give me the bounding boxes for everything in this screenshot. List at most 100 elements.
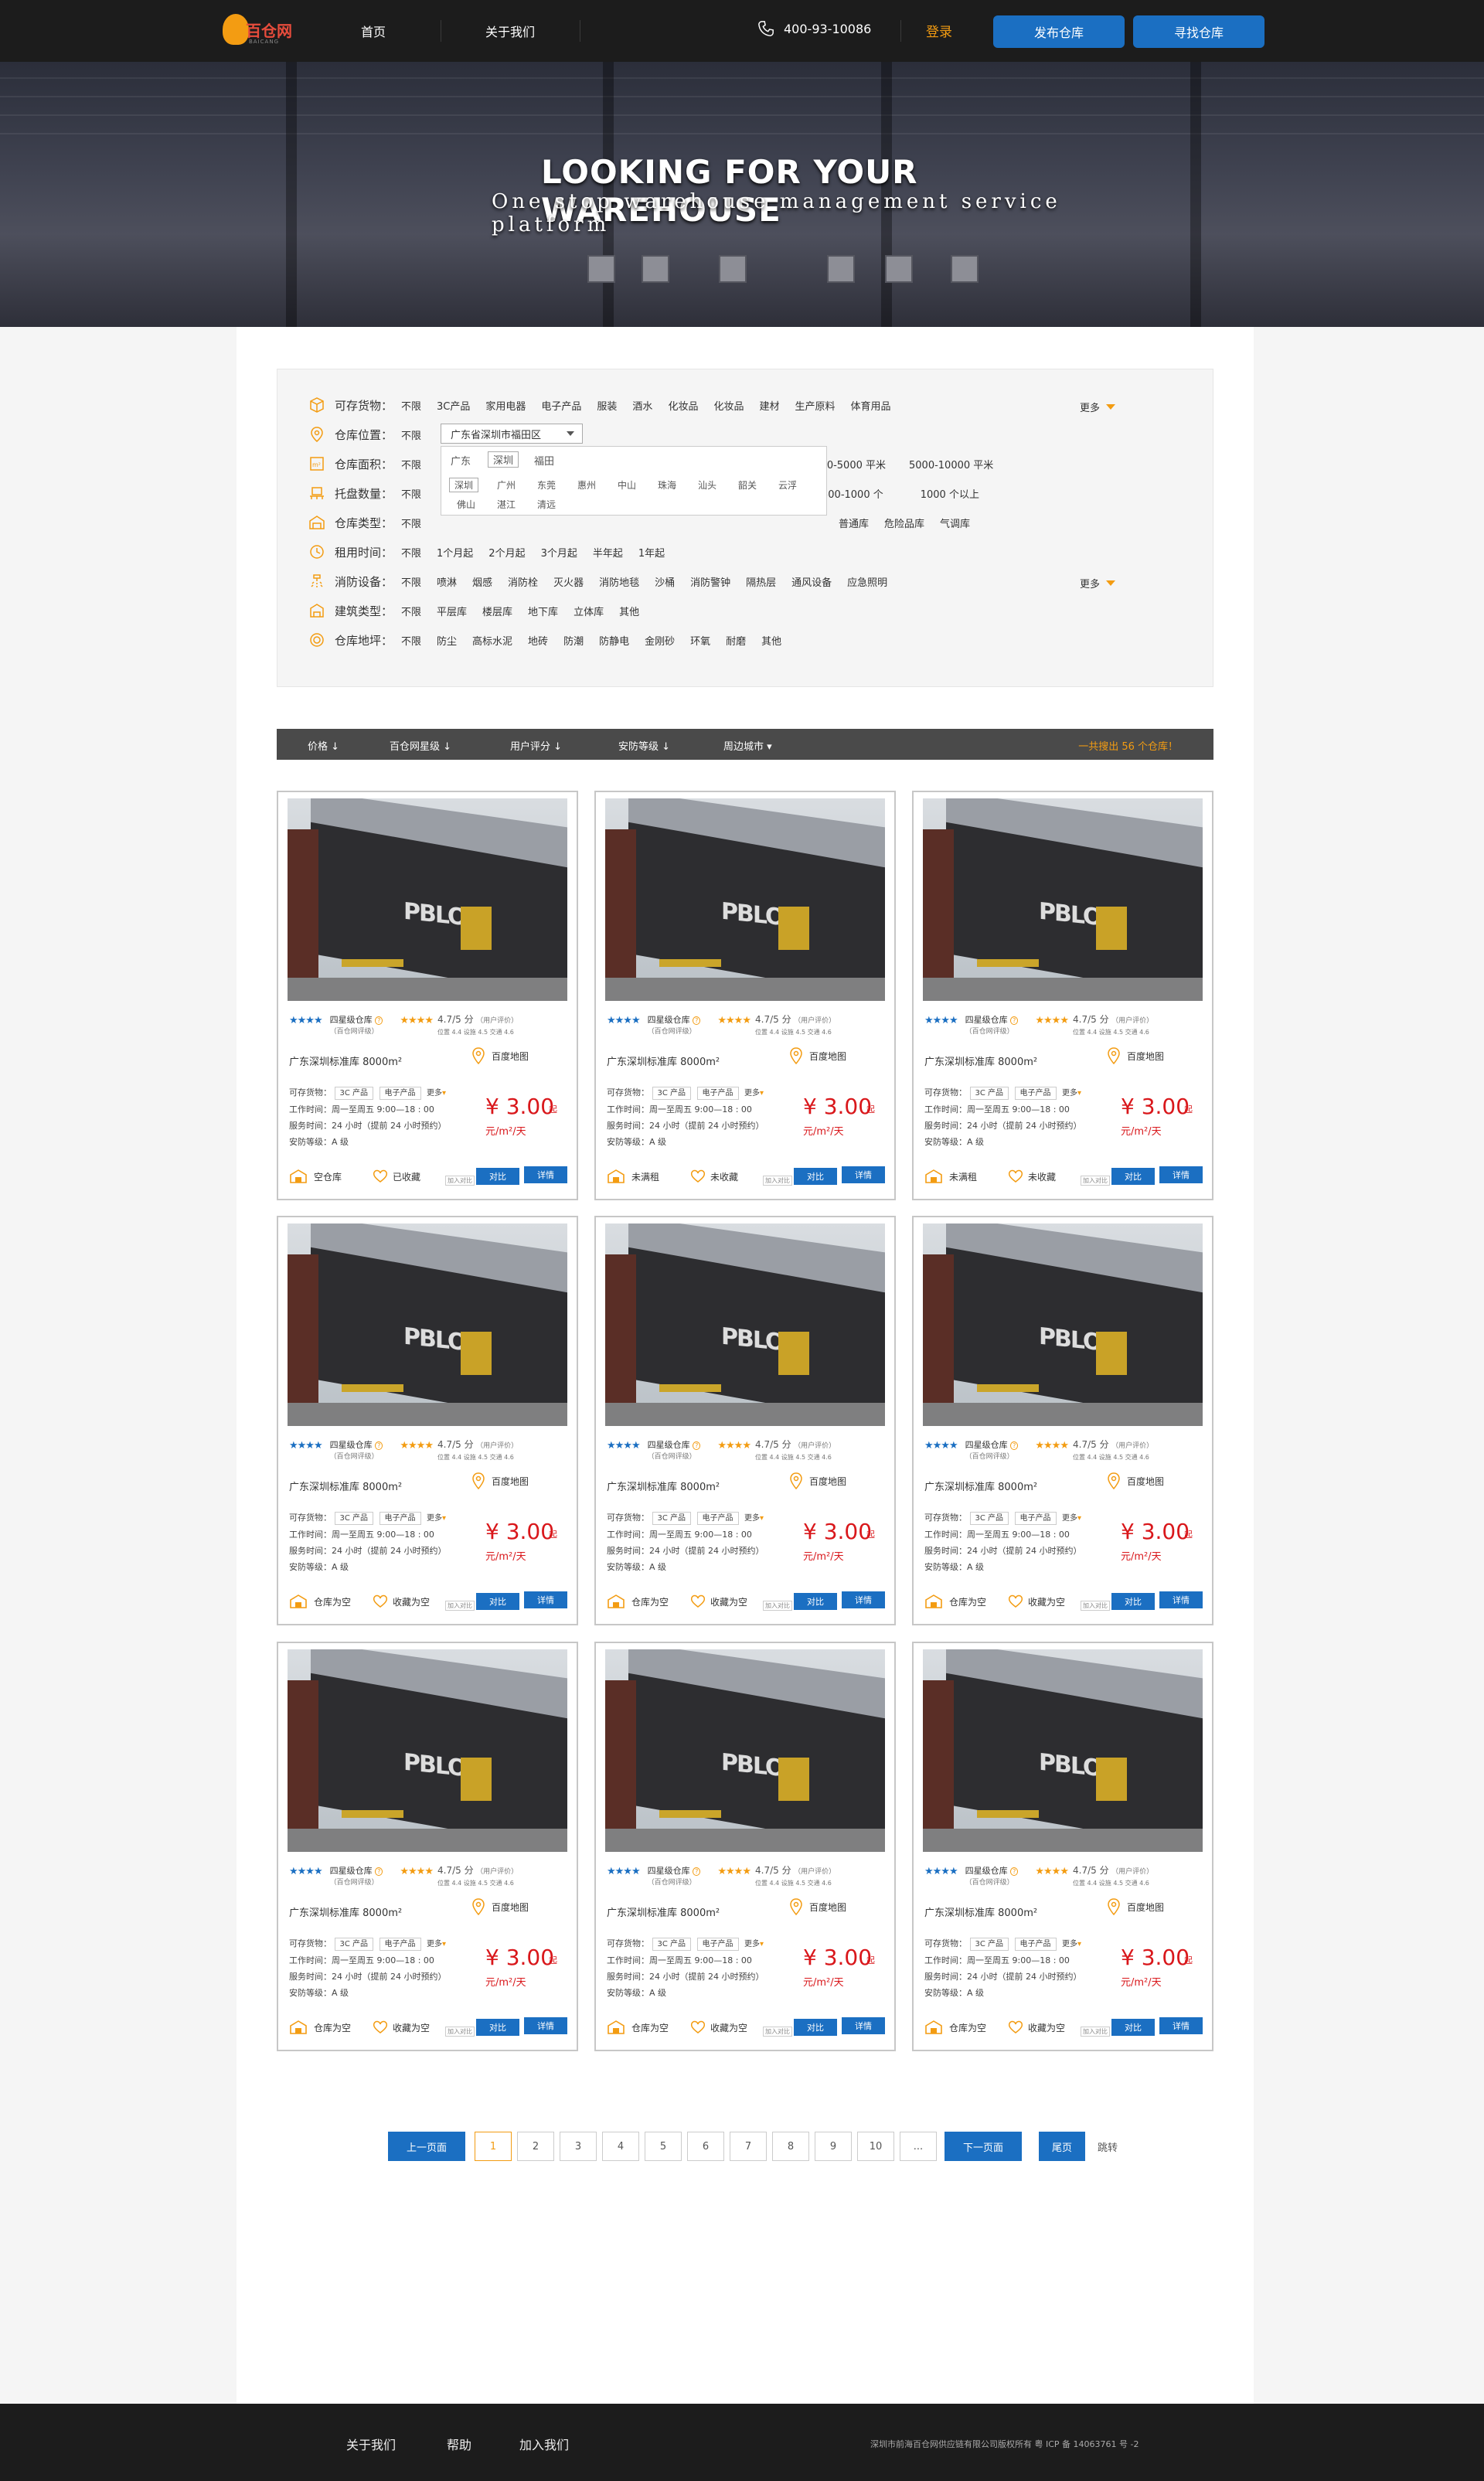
heart-icon[interactable] xyxy=(1008,1594,1023,1608)
sort-nearby[interactable]: 周边城市 ▾ xyxy=(723,738,772,753)
heart-icon[interactable] xyxy=(690,1169,706,1183)
warehouse-card[interactable]: PBLOK ★★★★ 四星级仓库 ? （百仓网评级） ★★★★ 4.7/5 分 … xyxy=(912,791,1213,1200)
favorite-status[interactable]: 收藏为空 xyxy=(393,2021,430,2034)
map-link[interactable]: 百度地图 xyxy=(471,1898,529,1915)
loc-city[interactable]: 中山 xyxy=(618,478,636,492)
page-number[interactable]: 6 xyxy=(687,2132,724,2161)
loc-city[interactable]: 深圳 xyxy=(449,478,479,492)
detail-button[interactable]: 详情 xyxy=(524,1591,567,1608)
favorite-status[interactable]: 未收藏 xyxy=(710,1170,738,1183)
favorite-status[interactable]: 收藏为空 xyxy=(1028,1595,1065,1608)
detail-button[interactable]: 详情 xyxy=(842,2017,885,2034)
warehouse-card[interactable]: PBLOK ★★★★ 四星级仓库 ? （百仓网评级） ★★★★ 4.7/5 分 … xyxy=(277,1642,578,2051)
page-number[interactable]: 2 xyxy=(517,2132,554,2161)
warehouse-title[interactable]: 广东深圳标准库 8000m² xyxy=(924,1904,1037,1919)
warehouse-card[interactable]: PBLOK ★★★★ 四星级仓库 ? （百仓网评级） ★★★★ 4.7/5 分 … xyxy=(912,1642,1213,2051)
warehouse-title[interactable]: 广东深圳标准库 8000m² xyxy=(289,1479,402,1493)
warehouse-photo[interactable]: PBLOK xyxy=(288,1649,567,1852)
warehouse-title[interactable]: 广东深圳标准库 8000m² xyxy=(289,1904,402,1919)
warehouse-card[interactable]: PBLOK ★★★★ 四星级仓库 ? （百仓网评级） ★★★★ 4.7/5 分 … xyxy=(594,791,896,1200)
login-link[interactable]: 登录 xyxy=(926,21,952,40)
heart-icon[interactable] xyxy=(1008,2020,1023,2034)
tags-more[interactable]: 更多▾ xyxy=(1062,1940,1081,1948)
loc-city[interactable]: 东莞 xyxy=(537,478,556,492)
compare-button[interactable]: 对比 xyxy=(476,1593,519,1610)
map-link[interactable]: 百度地图 xyxy=(1107,1898,1164,1915)
compare-button[interactable]: 对比 xyxy=(1111,2019,1155,2036)
compare-button[interactable]: 对比 xyxy=(1111,1168,1155,1185)
page-number[interactable]: 3 xyxy=(560,2132,597,2161)
help-icon[interactable]: ? xyxy=(375,1441,383,1450)
warehouse-card[interactable]: PBLOK ★★★★ 四星级仓库 ? （百仓网评级） ★★★★ 4.7/5 分 … xyxy=(277,791,578,1200)
detail-button[interactable]: 详情 xyxy=(524,2017,567,2034)
loc-city[interactable]: 佛山 xyxy=(457,498,475,511)
warehouse-photo[interactable]: PBLOK xyxy=(605,1649,885,1852)
map-link[interactable]: 百度地图 xyxy=(789,1472,846,1489)
warehouse-title[interactable]: 广东深圳标准库 8000m² xyxy=(607,1479,720,1493)
page-number[interactable]: 8 xyxy=(772,2132,809,2161)
favorite-status[interactable]: 未收藏 xyxy=(1028,1170,1056,1183)
next-page-button[interactable]: 下一页面 xyxy=(945,2132,1022,2161)
find-warehouse-button[interactable]: 寻找仓库 xyxy=(1133,15,1264,48)
location-select[interactable]: 广东省深圳市福田区 xyxy=(441,424,583,444)
favorite-status[interactable]: 收藏为空 xyxy=(393,1595,430,1608)
heart-icon[interactable] xyxy=(690,1594,706,1608)
page-number[interactable]: 5 xyxy=(645,2132,682,2161)
favorite-status[interactable]: 收藏为空 xyxy=(710,1595,747,1608)
detail-button[interactable]: 详情 xyxy=(1159,2017,1203,2034)
compare-button[interactable]: 对比 xyxy=(1111,1593,1155,1610)
loc-city[interactable]: 广州 xyxy=(497,478,516,492)
tags-more[interactable]: 更多▾ xyxy=(1062,1089,1081,1098)
tags-more[interactable]: 更多▾ xyxy=(427,1089,446,1098)
loc-city[interactable]: 珠海 xyxy=(658,478,676,492)
help-icon[interactable]: ? xyxy=(375,1867,383,1876)
map-link[interactable]: 百度地图 xyxy=(471,1047,529,1064)
tags-more[interactable]: 更多▾ xyxy=(744,1940,764,1948)
loc-city[interactable]: 清远 xyxy=(537,498,556,511)
warehouse-card[interactable]: PBLOK ★★★★ 四星级仓库 ? （百仓网评级） ★★★★ 4.7/5 分 … xyxy=(594,1642,896,2051)
sort-star[interactable]: 百仓网星级 ↓ xyxy=(390,738,451,753)
warehouse-card[interactable]: PBLOK ★★★★ 四星级仓库 ? （百仓网评级） ★★★★ 4.7/5 分 … xyxy=(912,1216,1213,1625)
page-number[interactable]: 1 xyxy=(475,2132,512,2161)
warehouse-title[interactable]: 广东深圳标准库 8000m² xyxy=(924,1053,1037,1068)
warehouse-title[interactable]: 广东深圳标准库 8000m² xyxy=(289,1053,402,1068)
detail-button[interactable]: 详情 xyxy=(842,1591,885,1608)
compare-button[interactable]: 对比 xyxy=(794,2019,837,2036)
map-link[interactable]: 百度地图 xyxy=(789,1047,846,1064)
warehouse-photo[interactable]: PBLOK xyxy=(288,798,567,1001)
loc-city[interactable]: 湛江 xyxy=(497,498,516,511)
loc-city[interactable]: 汕头 xyxy=(698,478,716,492)
page-number[interactable]: 10 xyxy=(857,2132,894,2161)
help-icon[interactable]: ? xyxy=(693,1441,701,1450)
compare-button[interactable]: 对比 xyxy=(476,2019,519,2036)
compare-button[interactable]: 对比 xyxy=(476,1168,519,1185)
help-icon[interactable]: ? xyxy=(375,1016,383,1025)
nav-about[interactable]: 关于我们 xyxy=(485,22,535,40)
help-icon[interactable]: ? xyxy=(1010,1867,1019,1876)
favorite-status[interactable]: 收藏为空 xyxy=(1028,2021,1065,2034)
heart-icon[interactable] xyxy=(373,2020,388,2034)
tags-more[interactable]: 更多▾ xyxy=(744,1514,764,1523)
heart-icon[interactable] xyxy=(690,2020,706,2034)
page-number[interactable]: 4 xyxy=(602,2132,639,2161)
jump-link[interactable]: 跳转 xyxy=(1098,2139,1118,2154)
warehouse-title[interactable]: 广东深圳标准库 8000m² xyxy=(924,1479,1037,1493)
warehouse-card[interactable]: PBLOK ★★★★ 四星级仓库 ? （百仓网评级） ★★★★ 4.7/5 分 … xyxy=(594,1216,896,1625)
sort-rating[interactable]: 用户评分 ↓ xyxy=(510,738,562,753)
map-link[interactable]: 百度地图 xyxy=(471,1472,529,1489)
page-number[interactable]: 9 xyxy=(815,2132,852,2161)
footer-about[interactable]: 关于我们 xyxy=(346,2435,396,2453)
tags-more[interactable]: 更多▾ xyxy=(427,1940,446,1948)
compare-button[interactable]: 对比 xyxy=(794,1168,837,1185)
detail-button[interactable]: 详情 xyxy=(842,1166,885,1183)
heart-icon[interactable] xyxy=(1008,1169,1023,1183)
logo[interactable]: 百仓网 BAICANG xyxy=(223,11,303,48)
heart-icon[interactable] xyxy=(373,1594,388,1608)
page-number[interactable]: 7 xyxy=(730,2132,767,2161)
warehouse-photo[interactable]: PBLOK xyxy=(605,798,885,1001)
footer-join[interactable]: 加入我们 xyxy=(519,2435,569,2453)
warehouse-photo[interactable]: PBLOK xyxy=(288,1223,567,1426)
loc-tab-district[interactable]: 福田 xyxy=(534,453,554,468)
warehouse-title[interactable]: 广东深圳标准库 8000m² xyxy=(607,1053,720,1068)
help-icon[interactable]: ? xyxy=(1010,1016,1019,1025)
